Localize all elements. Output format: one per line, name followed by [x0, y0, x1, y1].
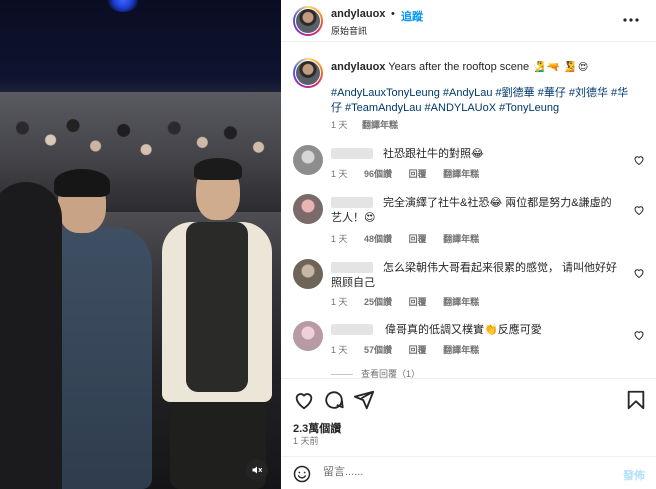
caption-text-line: andylauox Years after the rooftop scene …: [331, 60, 647, 75]
more-icon[interactable]: [621, 12, 641, 28]
translate-button[interactable]: 翻譯年糕: [443, 169, 479, 179]
emoji-icon[interactable]: [293, 465, 311, 483]
caption-meta: 1 天 翻譯年糕: [331, 118, 410, 131]
add-comment-bar: 發佈: [281, 456, 656, 489]
foreground-silhouette: [0, 182, 62, 489]
comment-likes[interactable]: 25個讚: [364, 297, 392, 307]
comment-meta: 1 天 25個讚 回覆 翻譯年糕: [331, 295, 493, 308]
comment-meta: 1 天 57個讚 回覆 翻譯年糕: [331, 343, 493, 356]
caption-hashtags[interactable]: #AndyLauxTonyLeung #AndyLau #劉德華 #華仔 #刘德…: [331, 86, 636, 116]
translate-button[interactable]: 翻譯年糕: [443, 345, 479, 355]
separator-dot: •: [391, 8, 395, 20]
commenter-username-redacted[interactable]: [331, 324, 373, 335]
comment-text: 社恐跟社牛的對照😂: [383, 148, 484, 160]
translate-button[interactable]: 翻譯年糕: [443, 234, 479, 244]
heart-icon[interactable]: [293, 389, 315, 411]
comment-input[interactable]: [323, 466, 593, 478]
mute-icon: [252, 466, 262, 474]
comment-meta: 1 天 96個讚 回覆 翻譯年糕: [331, 167, 493, 180]
post-comment-button[interactable]: 發佈: [623, 467, 645, 483]
commenter-avatar[interactable]: [293, 194, 323, 224]
caption-avatar[interactable]: [293, 58, 323, 88]
comment-likes[interactable]: 48個讚: [364, 234, 392, 244]
instagram-post-modal: andylauox • 追蹤 原始音訊 andylauox Years afte…: [0, 0, 656, 489]
comment-text: 偉哥真的低調又樸實👏反應可愛: [385, 324, 542, 336]
commenter-avatar[interactable]: [293, 321, 323, 351]
stage-light: [106, 0, 140, 12]
comment-meta: 1 天 48個讚 回覆 翻譯年糕: [331, 232, 493, 245]
commenter-avatar[interactable]: [293, 259, 323, 289]
man-in-vest: [160, 158, 272, 489]
author-avatar[interactable]: [293, 6, 323, 36]
comment-text: 完全演繹了社牛&社恐😂 兩位都是努力&謙虛的艺人！😍: [331, 197, 612, 224]
reply-line-divider: [331, 374, 353, 376]
heart-icon[interactable]: [633, 154, 645, 166]
comment-likes[interactable]: 96個讚: [364, 169, 392, 179]
bookmark-icon[interactable]: [625, 389, 647, 411]
comment-time[interactable]: 1 天: [331, 297, 348, 307]
caption-username[interactable]: andylauox: [331, 61, 385, 73]
comment-time[interactable]: 1 天: [331, 169, 348, 179]
translate-button[interactable]: 翻譯年糕: [443, 297, 479, 307]
comment-icon[interactable]: [323, 389, 345, 411]
comment-time[interactable]: 1 天: [331, 234, 348, 244]
author-username[interactable]: andylauox: [331, 8, 385, 20]
comment-time[interactable]: 1 天: [331, 345, 348, 355]
commenter-username-redacted[interactable]: [331, 148, 373, 159]
caption-translate[interactable]: 翻譯年糕: [362, 120, 398, 130]
caption-text: Years after the rooftop scene: [388, 61, 530, 73]
send-icon[interactable]: [353, 389, 375, 411]
heart-icon[interactable]: [633, 267, 645, 279]
reply-button[interactable]: 回覆: [409, 297, 427, 307]
action-bar: [281, 378, 656, 422]
post-video[interactable]: [0, 0, 281, 489]
post-header: andylauox • 追蹤 原始音訊: [281, 0, 656, 42]
audio-label[interactable]: 原始音訊: [331, 24, 367, 37]
commenter-avatar[interactable]: [293, 145, 323, 175]
mute-button[interactable]: [246, 459, 268, 481]
heart-icon[interactable]: [633, 204, 645, 216]
post-time[interactable]: 1 天前: [293, 434, 319, 447]
post-details-panel: andylauox • 追蹤 原始音訊 andylauox Years afte…: [281, 0, 656, 489]
caption-emojis: 🧏‍♂️ 🔫 🧏 😍: [532, 62, 589, 73]
reply-button[interactable]: 回覆: [409, 169, 427, 179]
heart-icon[interactable]: [633, 329, 645, 341]
reply-button[interactable]: 回覆: [409, 345, 427, 355]
reply-button[interactable]: 回覆: [409, 234, 427, 244]
comment-likes[interactable]: 57個讚: [364, 345, 392, 355]
follow-button[interactable]: 追蹤: [401, 8, 423, 24]
caption-time[interactable]: 1 天: [331, 120, 348, 130]
comment-text: 怎么梁朝伟大哥看起来很累的感觉， 请叫他好好照顾自己: [331, 262, 618, 289]
